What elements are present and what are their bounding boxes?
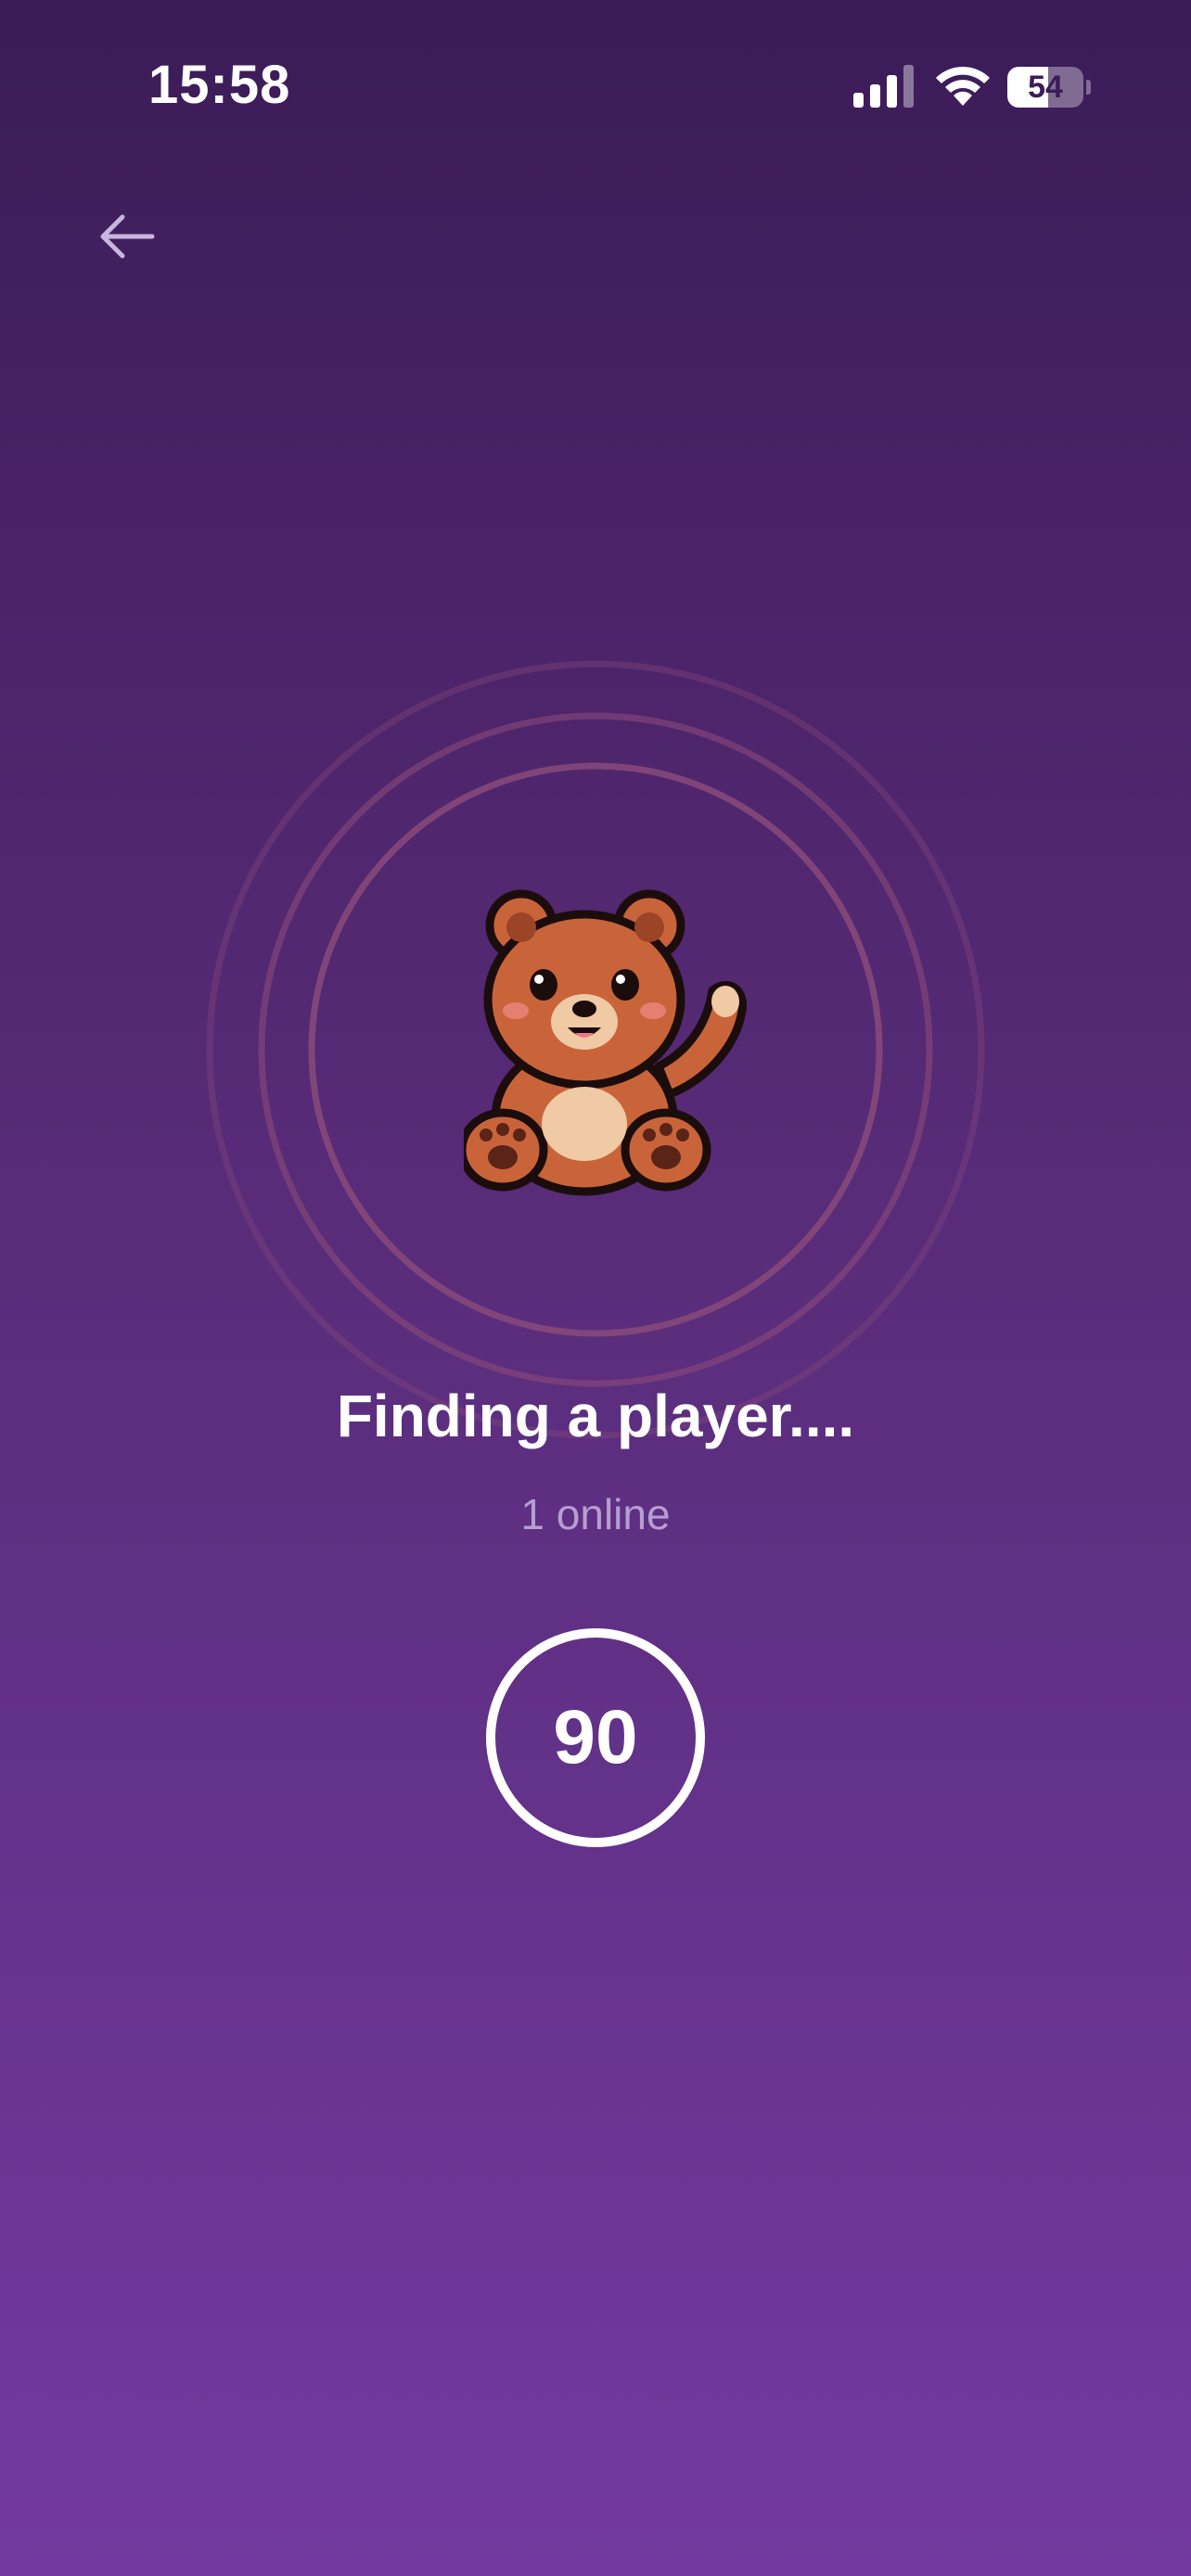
countdown-value: 90 [553, 1695, 638, 1779]
battery-icon: 54 [1007, 67, 1091, 108]
back-button[interactable] [91, 204, 165, 269]
waving-bear-icon [464, 889, 748, 1196]
status-bar: 15:58 54 [0, 0, 1191, 176]
online-count: 1 online [520, 1490, 671, 1538]
battery-tip [1086, 80, 1091, 95]
status-time: 15:58 [148, 55, 291, 115]
wifi-icon [936, 66, 990, 106]
finding-player-title: Finding a player.... [336, 1383, 855, 1449]
battery-body: 54 [1007, 67, 1083, 108]
countdown-timer: 90 [486, 1628, 705, 1847]
arrow-left-icon [100, 214, 155, 259]
cellular-signal-icon [853, 65, 914, 108]
battery-level: 54 [1028, 70, 1063, 105]
